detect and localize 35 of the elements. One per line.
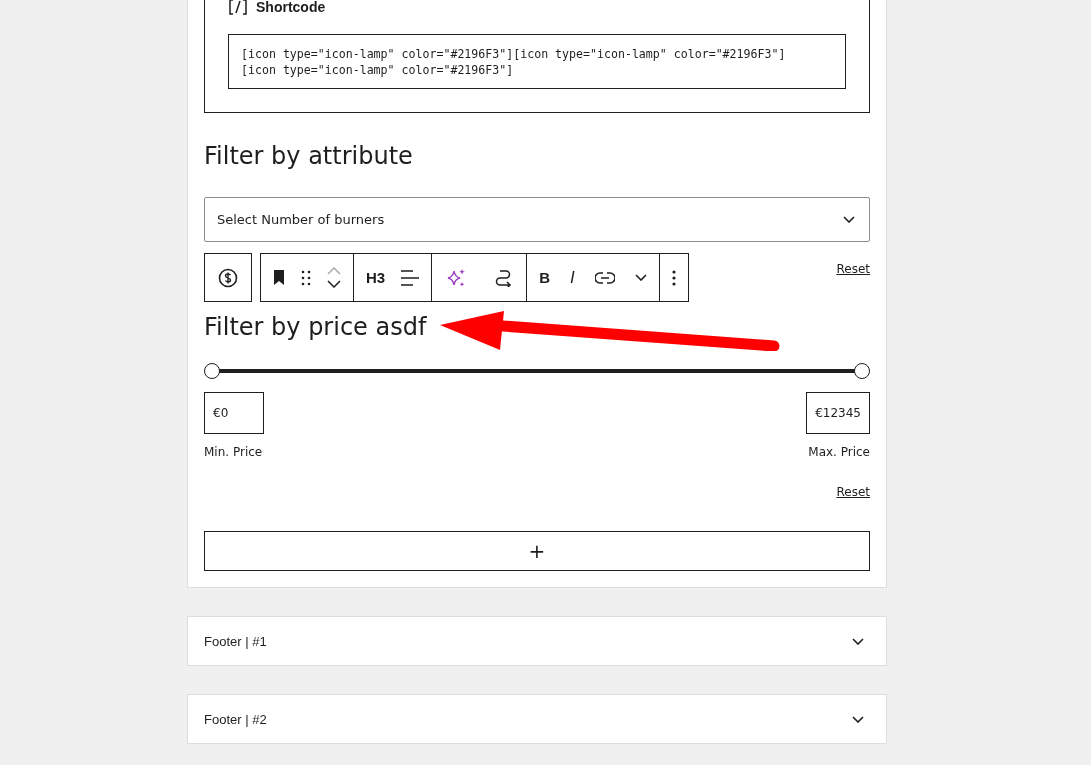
max-price-field[interactable]: €12345 — [806, 392, 870, 434]
filter-heading: Filter by attribute — [204, 141, 414, 171]
footer-accordion-header[interactable]: Footer | #2 — [187, 694, 887, 744]
footer-accordion-header[interactable]: Footer | #1 — [187, 616, 887, 666]
chevron-down-icon[interactable] — [634, 274, 647, 281]
add-block-button[interactable]: + — [204, 531, 870, 571]
drag-handle-icon[interactable] — [301, 269, 311, 286]
align-left-icon[interactable] — [401, 269, 420, 286]
chevron-down-icon — [852, 715, 864, 723]
slider-thumb[interactable] — [854, 363, 870, 379]
max-price-label: Max. Price — [808, 445, 870, 459]
block-type-button[interactable] — [204, 253, 252, 302]
heading-level-button[interactable]: H3 — [366, 269, 386, 286]
attribute-dropdown[interactable]: Select Number of burners — [204, 197, 870, 242]
dollar-circle-icon — [218, 267, 238, 288]
move-down-icon[interactable] — [327, 280, 341, 288]
shortcode-icon — [228, 0, 248, 15]
reset-link[interactable]: Reset — [836, 262, 870, 276]
price-range-slider[interactable] — [204, 363, 870, 379]
loop-arrow-icon[interactable] — [494, 268, 513, 287]
link-icon[interactable] — [594, 271, 615, 284]
reset-link[interactable]: Reset — [836, 485, 870, 499]
shortcode-field[interactable]: [icon type="icon-lamp" color="#2196F3"][icon type="icon-lamp" color="#2196F3"] [icon type="icon-lamp" color="#2196F3"] — [228, 34, 846, 89]
heading-level-button[interactable]: B — [539, 269, 551, 286]
price-heading: Filter by price asdf — [204, 312, 427, 342]
min-price-field[interactable]: €0 — [204, 392, 264, 434]
slider-thumb[interactable] — [204, 363, 220, 379]
min-price-label: Min. Price — [204, 445, 264, 459]
chevron-down-icon — [843, 216, 855, 223]
sparkle-icon[interactable] — [446, 267, 467, 288]
shortcode-title: Shortcode — [256, 0, 326, 15]
chevron-down-icon — [852, 637, 864, 645]
bookmark-icon[interactable] — [273, 270, 285, 285]
more-options-icon[interactable] — [671, 269, 676, 286]
italic-button[interactable]: I — [570, 267, 575, 288]
